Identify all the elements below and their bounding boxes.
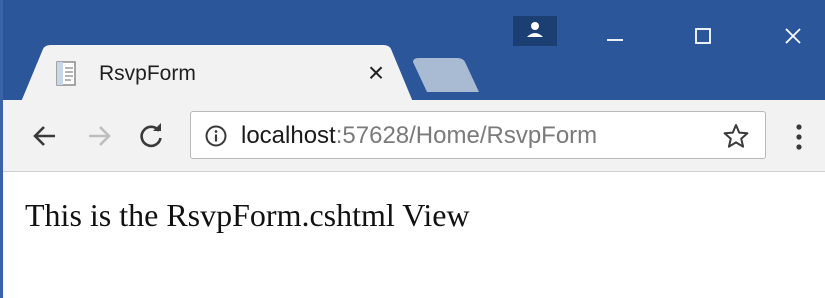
reload-icon[interactable] bbox=[133, 118, 169, 154]
back-arrow-icon[interactable] bbox=[27, 118, 63, 154]
menu-dots-icon[interactable] bbox=[789, 122, 809, 152]
tab-close-icon[interactable]: × bbox=[361, 58, 391, 88]
browser-window: RsvpForm × localhost:57628/Home/RsvpForm… bbox=[0, 0, 825, 298]
tab-rsvpform[interactable]: RsvpForm × bbox=[21, 45, 413, 102]
profile-icon[interactable] bbox=[513, 16, 557, 46]
url-text[interactable]: localhost:57628/Home/RsvpForm bbox=[241, 121, 597, 151]
url-host: localhost bbox=[241, 122, 336, 149]
tab-title: RsvpForm bbox=[99, 62, 196, 85]
title-bar: RsvpForm × bbox=[3, 0, 825, 102]
new-tab-button[interactable] bbox=[413, 58, 479, 92]
page-heading: This is the RsvpForm.cshtml View bbox=[25, 197, 470, 233]
info-icon[interactable] bbox=[205, 125, 227, 147]
close-icon[interactable] bbox=[763, 14, 823, 58]
address-bar[interactable]: localhost:57628/Home/RsvpForm bbox=[190, 111, 766, 159]
maximize-icon[interactable] bbox=[673, 14, 733, 58]
forward-arrow-icon[interactable] bbox=[81, 118, 117, 154]
minimize-icon[interactable] bbox=[585, 14, 645, 58]
browser-toolbar: localhost:57628/Home/RsvpForm bbox=[3, 100, 825, 172]
url-path: :57628/Home/RsvpForm bbox=[335, 122, 598, 149]
page-viewport: This is the RsvpForm.cshtml View bbox=[3, 173, 825, 298]
tab-shape bbox=[21, 45, 413, 102]
document-icon bbox=[55, 61, 79, 87]
bookmark-star-icon[interactable] bbox=[723, 123, 749, 149]
